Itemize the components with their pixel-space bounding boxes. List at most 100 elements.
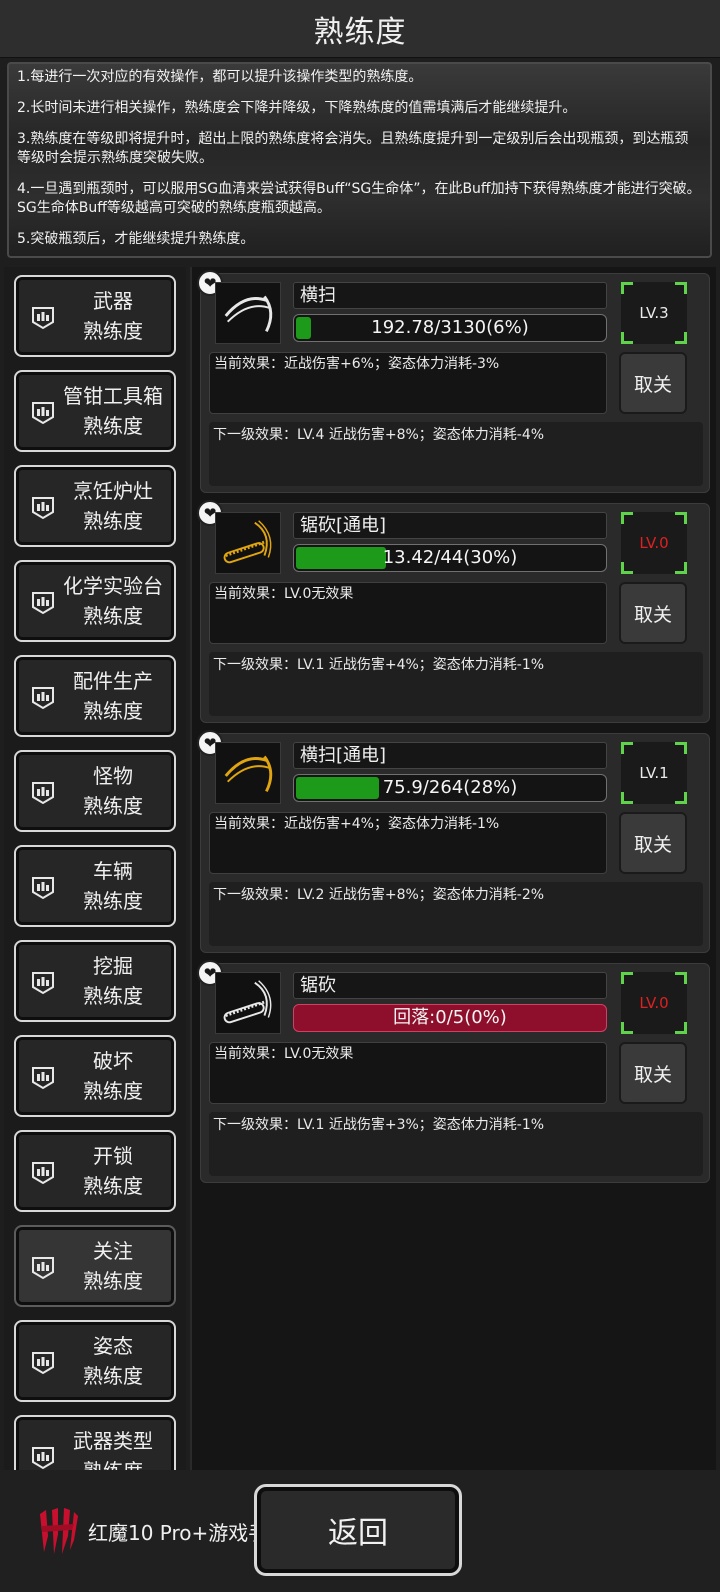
current-effect: 当前效果：LV.0无效果	[209, 582, 607, 644]
level-badge: LV.3	[621, 282, 687, 344]
category-name: 武器	[93, 289, 133, 313]
sidebar-item[interactable]: 开锁 熟练度	[14, 1130, 176, 1212]
category-name: 化学实验台	[63, 574, 163, 598]
category-suffix: 熟练度	[83, 1269, 143, 1293]
unfollow-button[interactable]: 取关	[619, 352, 687, 414]
category-suffix: 熟练度	[83, 984, 143, 1008]
category-label: 关注 熟练度	[54, 1227, 172, 1305]
level-frame-corner	[675, 1022, 687, 1034]
level-frame-corner	[621, 562, 633, 574]
category-name: 关注	[93, 1239, 133, 1263]
sidebar-item[interactable]: 车辆 熟练度	[14, 845, 176, 927]
level-frame-corner	[675, 792, 687, 804]
category-name: 开锁	[93, 1144, 133, 1168]
category-suffix: 熟练度	[83, 319, 143, 343]
proficiency-bar: 192.78/3130(6%)	[293, 314, 607, 342]
category-icon	[30, 1065, 56, 1091]
level-text: LV.0	[639, 534, 669, 552]
category-name: 配件生产	[73, 669, 153, 693]
level-badge: LV.0	[621, 512, 687, 574]
current-effect: 当前效果：近战伤害+4%；姿态体力消耗-1%	[209, 812, 607, 874]
proficiency-bar: 13.42/44(30%)	[293, 544, 607, 572]
category-name: 怪物	[93, 764, 133, 788]
next-level-effect: 下一级效果：LV.2 近战伤害+8%；姿态体力消耗-2%	[209, 882, 703, 946]
category-label: 姿态 熟练度	[54, 1322, 172, 1400]
category-suffix: 熟练度	[83, 794, 143, 818]
back-button[interactable]: 返回	[254, 1484, 462, 1576]
category-label: 烹饪炉灶 熟练度	[54, 467, 172, 545]
category-icon	[30, 1445, 56, 1470]
category-label: 武器类型熟练度	[54, 1417, 172, 1470]
category-suffix: 熟练度	[83, 604, 143, 628]
category-label: 开锁 熟练度	[54, 1132, 172, 1210]
category-icon	[30, 970, 56, 996]
sidebar-item[interactable]: 武器 熟练度	[14, 275, 176, 357]
category-name: 武器类型	[73, 1429, 153, 1453]
category-icon	[30, 495, 56, 521]
skill-list[interactable]: ❤ 横扫 192.78/3130(6%) LV.3 当前效果：近战伤害+6%；姿态体力消…	[190, 267, 716, 1470]
info-line: 3.熟练度在等级即将提升时，超出上限的熟练度将会消失。且熟练度提升到一定级别后会…	[17, 131, 689, 166]
category-label: 配件生产 熟练度	[54, 657, 172, 735]
category-label: 化学实验台 熟练度	[54, 562, 172, 640]
category-icon	[30, 685, 56, 711]
unfollow-button[interactable]: 取关	[619, 1042, 687, 1104]
level-text: LV.0	[639, 994, 669, 1012]
category-sidebar[interactable]: 武器 熟练度 管钳工具箱 熟练度 烹饪炉灶 熟练度 化学实验台 熟练度 配件生产 熟练度 怪物 熟练度…	[4, 267, 186, 1470]
category-name: 车辆	[93, 859, 133, 883]
category-name: 管钳工具箱	[63, 384, 163, 408]
category-suffix: 熟练度	[83, 1456, 143, 1470]
sidebar-item[interactable]: 关注 熟练度	[14, 1225, 176, 1307]
category-label: 武器 熟练度	[54, 277, 172, 355]
skill-name: 锯砍	[293, 972, 607, 999]
info-line: 1.每进行一次对应的有效操作，都可以提升该操作类型的熟练度。	[17, 69, 423, 85]
category-icon	[30, 1255, 56, 1281]
category-icon	[30, 590, 56, 616]
title-bar: 熟练度	[0, 0, 720, 58]
sidebar-item[interactable]: 配件生产 熟练度	[14, 655, 176, 737]
electric-saw-icon	[215, 512, 281, 574]
info-panel: 1.每进行一次对应的有效操作，都可以提升该操作类型的熟练度。 2.长时间未进行相…	[7, 62, 712, 258]
category-label: 破坏 熟练度	[54, 1037, 172, 1115]
sidebar-item[interactable]: 武器类型熟练度	[14, 1415, 176, 1470]
category-icon	[30, 780, 56, 806]
next-level-effect: 下一级效果：LV.1 近战伤害+3%；姿态体力消耗-1%	[209, 1112, 703, 1176]
unfollow-button[interactable]: 取关	[619, 582, 687, 644]
category-label: 挖掘 熟练度	[54, 942, 172, 1020]
level-frame-corner	[675, 742, 687, 754]
skill-name: 横扫[通电]	[293, 742, 607, 769]
sidebar-item[interactable]: 姿态 熟练度	[14, 1320, 176, 1402]
sidebar-item[interactable]: 烹饪炉灶 熟练度	[14, 465, 176, 547]
category-suffix: 熟练度	[83, 414, 143, 438]
category-icon	[30, 400, 56, 426]
level-frame-corner	[621, 332, 633, 344]
skill-card: ❤ 锯砍 回落:0/5(0%) LV.0 当前效果：LV.0无效果 取关 下一级效果：LV.…	[197, 960, 710, 1183]
bottom-bar: 红魔10 Pro+游戏手机 返回	[0, 1470, 720, 1592]
category-suffix: 熟练度	[83, 1364, 143, 1388]
sidebar-item[interactable]: 破坏 熟练度	[14, 1035, 176, 1117]
sidebar-item[interactable]: 挖掘 熟练度	[14, 940, 176, 1022]
category-icon	[30, 1160, 56, 1186]
level-badge: LV.1	[621, 742, 687, 804]
category-name: 烹饪炉灶	[73, 479, 153, 503]
level-frame-corner	[621, 1022, 633, 1034]
next-level-effect: 下一级效果：LV.1 近战伤害+4%；姿态体力消耗-1%	[209, 652, 703, 716]
info-line: 2.长时间未进行相关操作，熟练度会下降并降级，下降熟练度的值需填满后才能继续提升…	[17, 100, 577, 116]
category-suffix: 熟练度	[83, 889, 143, 913]
level-frame-corner	[621, 512, 633, 524]
level-frame-corner	[675, 972, 687, 984]
info-line: 4.一旦遇到瓶颈时，可以服用SG血清来尝试获得Buff“SG生命体”，在此Buf…	[17, 181, 701, 216]
unfollow-button[interactable]: 取关	[619, 812, 687, 874]
current-effect: 当前效果：近战伤害+6%；姿态体力消耗-3%	[209, 352, 607, 414]
sidebar-item[interactable]: 化学实验台 熟练度	[14, 560, 176, 642]
proficiency-text: 192.78/3130(6%)	[371, 317, 529, 338]
proficiency-bar: 75.9/264(28%)	[293, 774, 607, 802]
page-title: 熟练度	[313, 14, 407, 50]
proficiency-bar: 回落:0/5(0%)	[293, 1004, 607, 1032]
sidebar-item[interactable]: 管钳工具箱 熟练度	[14, 370, 176, 452]
category-suffix: 熟练度	[83, 1079, 143, 1103]
brand-watermark: 红魔10 Pro+游戏手机	[36, 1506, 288, 1556]
category-label: 车辆 熟练度	[54, 847, 172, 925]
category-name: 挖掘	[93, 954, 133, 978]
info-line: 5.突破瓶颈后，才能继续提升熟练度。	[17, 231, 255, 247]
sidebar-item[interactable]: 怪物 熟练度	[14, 750, 176, 832]
